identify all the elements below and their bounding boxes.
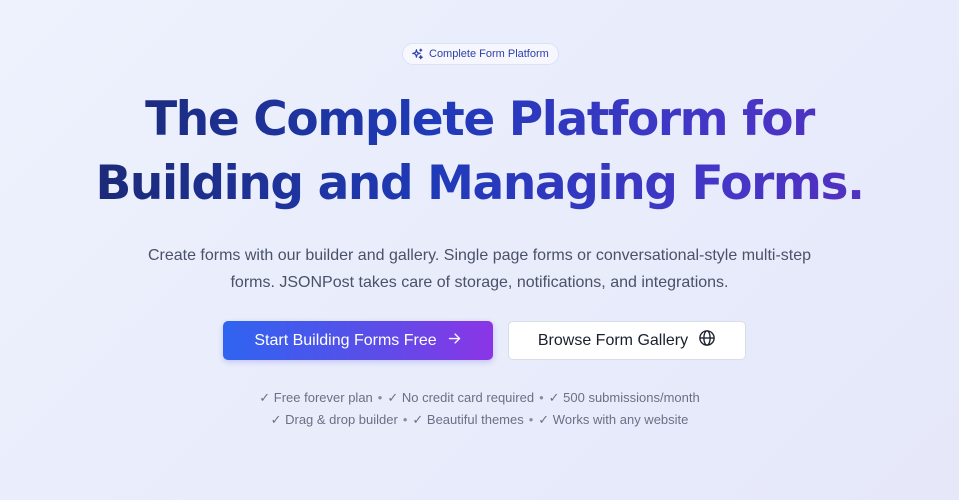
- start-building-button[interactable]: Start Building Forms Free: [223, 321, 493, 360]
- browse-gallery-button[interactable]: Browse Form Gallery: [508, 321, 746, 360]
- platform-badge: Complete Form Platform: [402, 43, 559, 65]
- feature-item: ✓ Free forever plan: [259, 390, 373, 405]
- feature-item: ✓ Drag & drop builder: [270, 412, 398, 427]
- feature-separator: •: [402, 412, 408, 427]
- sparkles-icon: [411, 48, 424, 61]
- arrow-right-icon: [447, 331, 462, 351]
- feature-separator: •: [528, 412, 534, 427]
- headline-line-2: Building and Managing Forms.: [0, 152, 959, 216]
- feature-list-row-1: ✓ Free forever plan • ✓ No credit card req…: [0, 390, 959, 406]
- feature-separator: •: [539, 390, 544, 405]
- page-title: The Complete Platform for Building and M…: [0, 88, 959, 216]
- hero-section: Complete Form Platform The Complete Plat…: [0, 0, 959, 500]
- feature-item: ✓ No credit card required: [387, 390, 535, 405]
- feature-item: ✓ Beautiful themes: [412, 412, 524, 427]
- start-building-label: Start Building Forms Free: [254, 331, 437, 349]
- subtitle-line-1: Create forms with our builder and galler…: [147, 247, 812, 264]
- badge-label: Complete Form Platform: [429, 48, 549, 60]
- headline-line-1: The Complete Platform for: [0, 88, 959, 152]
- feature-list-row-2: ✓ Drag & drop builder • ✓ Beautiful themes…: [0, 412, 959, 428]
- globe-icon: [698, 329, 716, 352]
- hero-subtitle: Create forms with our builder and galler…: [0, 242, 959, 296]
- feature-item: ✓ Works with any website: [538, 412, 689, 427]
- subtitle-line-2: forms. JSONPost takes care of storage, n…: [230, 274, 729, 291]
- feature-item: ✓ 500 submissions/month: [548, 390, 700, 405]
- feature-separator: •: [377, 390, 383, 405]
- browse-gallery-label: Browse Form Gallery: [537, 331, 689, 349]
